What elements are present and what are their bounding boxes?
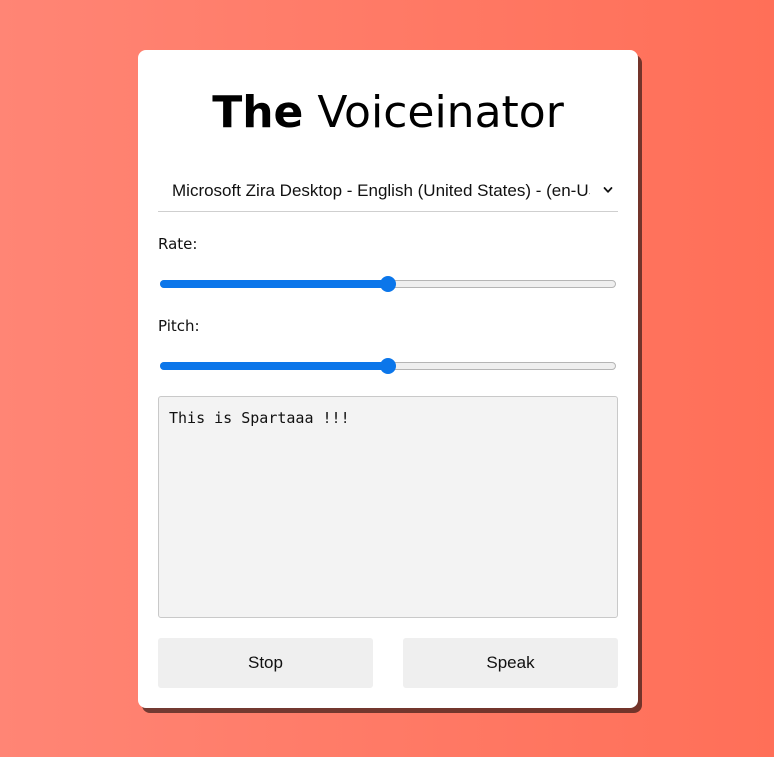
page-title: The Voiceinator xyxy=(138,88,638,138)
pitch-slider-fill xyxy=(160,362,388,370)
voice-select-value: Microsoft Zira Desktop - English (United… xyxy=(172,181,590,200)
stop-button[interactable]: Stop xyxy=(158,638,373,688)
title-bold: The xyxy=(212,87,304,138)
chevron-down-icon xyxy=(603,187,613,193)
pitch-label: Pitch: xyxy=(158,317,200,335)
rate-label: Rate: xyxy=(158,235,198,253)
rate-slider-fill xyxy=(160,280,388,288)
title-rest: Voiceinator xyxy=(303,87,564,138)
pitch-slider-thumb[interactable] xyxy=(380,358,396,374)
rate-slider[interactable] xyxy=(160,276,616,292)
voice-select[interactable]: Microsoft Zira Desktop - English (United… xyxy=(158,172,618,212)
pitch-slider[interactable] xyxy=(160,358,616,374)
voiceinator-card: The Voiceinator Microsoft Zira Desktop -… xyxy=(138,50,638,708)
speak-button[interactable]: Speak xyxy=(403,638,618,688)
speech-text-input[interactable]: This is Spartaaa !!! xyxy=(158,396,618,618)
rate-slider-thumb[interactable] xyxy=(380,276,396,292)
